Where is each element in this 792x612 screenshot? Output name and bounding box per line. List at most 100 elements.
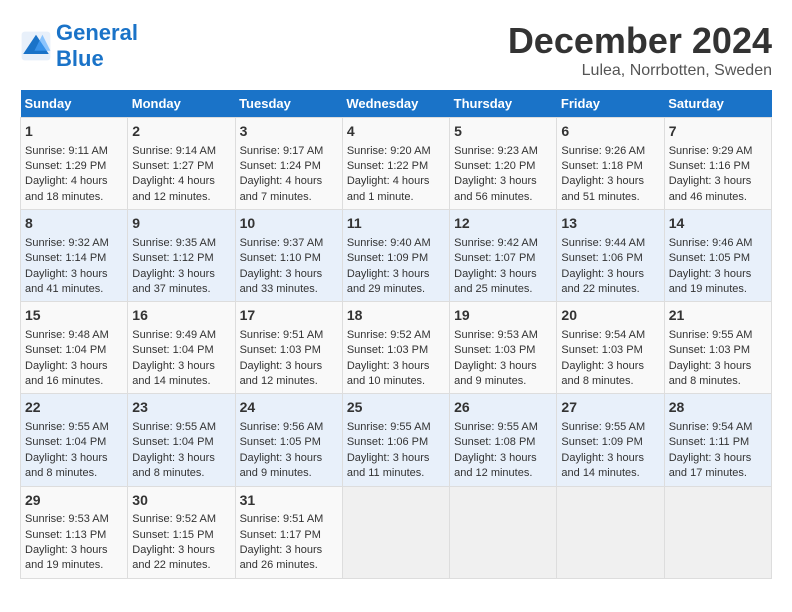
calendar-cell: 15Sunrise: 9:48 AMSunset: 1:04 PMDayligh… (21, 302, 128, 394)
day-info: and 22 minutes. (561, 282, 659, 297)
day-info: Sunset: 1:06 PM (347, 435, 445, 450)
day-info: Sunrise: 9:55 AM (454, 420, 552, 435)
day-info: and 1 minute. (347, 190, 445, 205)
day-info: Daylight: 3 hours (25, 359, 123, 374)
calendar-cell: 29Sunrise: 9:53 AMSunset: 1:13 PMDayligh… (21, 486, 128, 578)
day-info: Daylight: 3 hours (25, 543, 123, 558)
weekday-header-sunday: Sunday (21, 90, 128, 118)
calendar-cell: 10Sunrise: 9:37 AMSunset: 1:10 PMDayligh… (235, 210, 342, 302)
weekday-header-row: SundayMondayTuesdayWednesdayThursdayFrid… (21, 90, 772, 118)
day-number: 22 (25, 398, 123, 418)
month-title: December 2024 (508, 20, 772, 62)
day-info: Sunrise: 9:53 AM (25, 512, 123, 527)
day-number: 27 (561, 398, 659, 418)
day-info: Sunset: 1:09 PM (561, 435, 659, 450)
calendar-cell: 16Sunrise: 9:49 AMSunset: 1:04 PMDayligh… (128, 302, 235, 394)
day-info: Sunset: 1:14 PM (25, 251, 123, 266)
day-info: and 51 minutes. (561, 190, 659, 205)
day-info: Daylight: 3 hours (454, 174, 552, 189)
calendar-cell: 9Sunrise: 9:35 AMSunset: 1:12 PMDaylight… (128, 210, 235, 302)
day-number: 7 (669, 122, 767, 142)
day-info: Sunrise: 9:55 AM (561, 420, 659, 435)
day-info: Sunrise: 9:37 AM (240, 236, 338, 251)
day-info: Sunrise: 9:54 AM (669, 420, 767, 435)
day-info: and 33 minutes. (240, 282, 338, 297)
day-info: Daylight: 3 hours (25, 267, 123, 282)
calendar-cell (557, 486, 664, 578)
day-number: 3 (240, 122, 338, 142)
day-info: Daylight: 4 hours (240, 174, 338, 189)
day-info: Sunrise: 9:55 AM (669, 328, 767, 343)
day-info: Sunset: 1:12 PM (132, 251, 230, 266)
day-info: and 18 minutes. (25, 190, 123, 205)
day-info: and 12 minutes. (132, 190, 230, 205)
day-info: Sunset: 1:04 PM (132, 435, 230, 450)
day-info: Sunrise: 9:46 AM (669, 236, 767, 251)
logo: General Blue (20, 20, 138, 72)
day-info: and 29 minutes. (347, 282, 445, 297)
day-number: 25 (347, 398, 445, 418)
day-info: Sunrise: 9:49 AM (132, 328, 230, 343)
calendar-cell: 3Sunrise: 9:17 AMSunset: 1:24 PMDaylight… (235, 118, 342, 210)
day-number: 13 (561, 214, 659, 234)
calendar-cell: 22Sunrise: 9:55 AMSunset: 1:04 PMDayligh… (21, 394, 128, 486)
day-info: Sunrise: 9:56 AM (240, 420, 338, 435)
day-info: Sunrise: 9:55 AM (25, 420, 123, 435)
day-info: Daylight: 3 hours (454, 451, 552, 466)
day-info: Sunrise: 9:55 AM (132, 420, 230, 435)
calendar-cell: 6Sunrise: 9:26 AMSunset: 1:18 PMDaylight… (557, 118, 664, 210)
day-info: and 8 minutes. (561, 374, 659, 389)
weekday-header-saturday: Saturday (664, 90, 771, 118)
day-number: 17 (240, 306, 338, 326)
day-info: Sunrise: 9:11 AM (25, 144, 123, 159)
day-info: Daylight: 3 hours (454, 359, 552, 374)
weekday-header-friday: Friday (557, 90, 664, 118)
calendar-cell: 21Sunrise: 9:55 AMSunset: 1:03 PMDayligh… (664, 302, 771, 394)
calendar-cell: 27Sunrise: 9:55 AMSunset: 1:09 PMDayligh… (557, 394, 664, 486)
day-info: Sunset: 1:22 PM (347, 159, 445, 174)
day-number: 9 (132, 214, 230, 234)
day-info: Sunset: 1:24 PM (240, 159, 338, 174)
day-info: Sunset: 1:07 PM (454, 251, 552, 266)
day-info: Daylight: 3 hours (240, 451, 338, 466)
day-info: Daylight: 3 hours (132, 359, 230, 374)
day-info: Sunset: 1:04 PM (25, 435, 123, 450)
day-info: Sunset: 1:03 PM (454, 343, 552, 358)
day-info: Sunset: 1:06 PM (561, 251, 659, 266)
day-info: Daylight: 3 hours (240, 267, 338, 282)
day-number: 2 (132, 122, 230, 142)
day-info: and 17 minutes. (669, 466, 767, 481)
day-info: and 26 minutes. (240, 558, 338, 573)
day-info: Sunset: 1:13 PM (25, 528, 123, 543)
day-info: Sunrise: 9:48 AM (25, 328, 123, 343)
day-number: 4 (347, 122, 445, 142)
day-number: 12 (454, 214, 552, 234)
calendar-cell: 30Sunrise: 9:52 AMSunset: 1:15 PMDayligh… (128, 486, 235, 578)
calendar-cell: 4Sunrise: 9:20 AMSunset: 1:22 PMDaylight… (342, 118, 449, 210)
day-number: 30 (132, 491, 230, 511)
day-info: and 8 minutes. (669, 374, 767, 389)
day-info: and 10 minutes. (347, 374, 445, 389)
day-info: Sunset: 1:29 PM (25, 159, 123, 174)
day-number: 31 (240, 491, 338, 511)
day-number: 10 (240, 214, 338, 234)
calendar-cell (342, 486, 449, 578)
day-info: Daylight: 4 hours (132, 174, 230, 189)
day-info: Sunset: 1:08 PM (454, 435, 552, 450)
day-number: 20 (561, 306, 659, 326)
day-number: 14 (669, 214, 767, 234)
calendar-cell: 8Sunrise: 9:32 AMSunset: 1:14 PMDaylight… (21, 210, 128, 302)
day-info: Daylight: 3 hours (132, 543, 230, 558)
day-number: 24 (240, 398, 338, 418)
weekday-header-tuesday: Tuesday (235, 90, 342, 118)
day-info: and 16 minutes. (25, 374, 123, 389)
day-info: and 8 minutes. (132, 466, 230, 481)
day-info: Sunset: 1:20 PM (454, 159, 552, 174)
day-info: Sunrise: 9:23 AM (454, 144, 552, 159)
calendar-cell: 5Sunrise: 9:23 AMSunset: 1:20 PMDaylight… (450, 118, 557, 210)
day-info: Daylight: 3 hours (669, 267, 767, 282)
day-number: 6 (561, 122, 659, 142)
day-info: and 25 minutes. (454, 282, 552, 297)
calendar-cell (450, 486, 557, 578)
day-number: 8 (25, 214, 123, 234)
